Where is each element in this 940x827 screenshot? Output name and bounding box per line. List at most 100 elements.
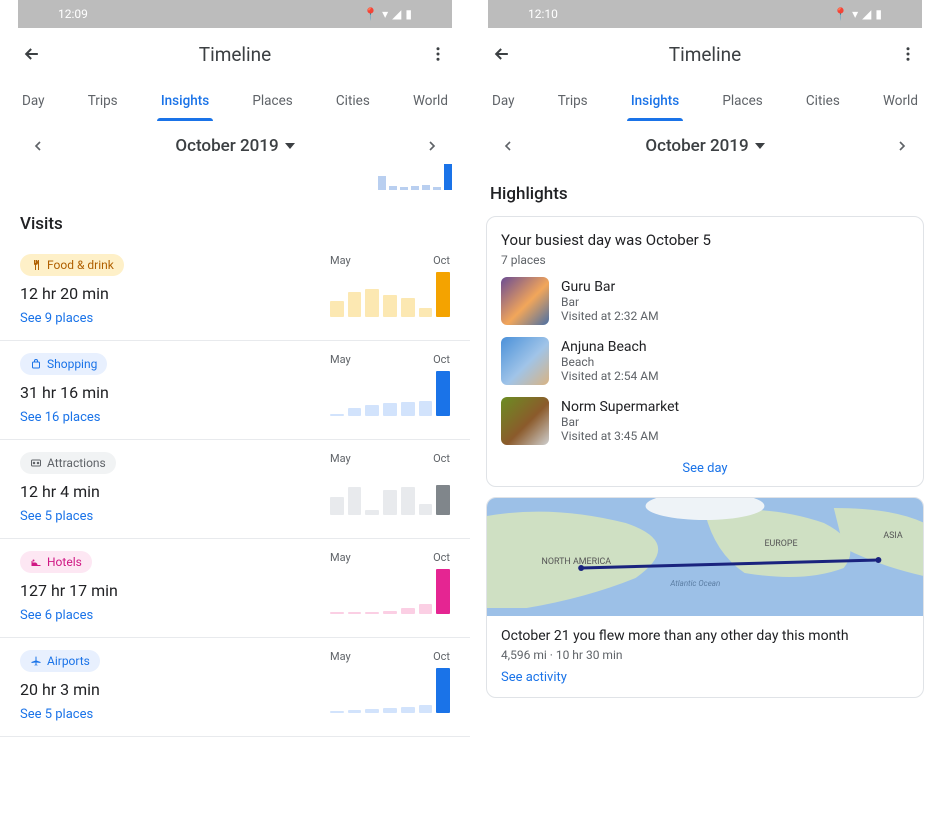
more-vert-icon	[899, 45, 917, 63]
restaurant-icon	[30, 259, 42, 271]
tab-world[interactable]: World	[407, 83, 454, 119]
visit-row[interactable]: Attractions 12 hr 4 min See 5 places May…	[0, 440, 470, 539]
map-image: NORTH AMERICA EUROPE ASIA Atlantic Ocean	[487, 498, 923, 616]
see-activity-link[interactable]: See activity	[501, 670, 909, 685]
page-title: Timeline	[46, 43, 424, 66]
see-places-link[interactable]: See 5 places	[20, 509, 330, 524]
chip-label: Airports	[47, 654, 90, 668]
month-next[interactable]	[894, 138, 910, 154]
month-selector[interactable]: October 2019	[645, 136, 764, 156]
app-bar: Timeline	[470, 28, 940, 80]
visit-chart: May Oct	[330, 551, 450, 623]
month-nav: October 2019	[0, 122, 470, 164]
visit-duration: 31 hr 16 min	[20, 383, 330, 402]
location-icon: 📍	[363, 7, 378, 21]
visit-row[interactable]: Food & drink 12 hr 20 min See 9 places M…	[0, 242, 470, 341]
chart-from-label: May	[330, 551, 351, 564]
chart-to-label: Oct	[433, 452, 450, 465]
place-row[interactable]: Norm Supermarket Bar Visited at 3:45 AM	[501, 397, 909, 445]
category-chip: Airports	[20, 650, 100, 672]
place-name: Anjuna Beach	[561, 339, 659, 355]
tab-cities[interactable]: Cities	[800, 83, 846, 119]
chart-to-label: Oct	[433, 551, 450, 564]
back-button[interactable]	[488, 40, 516, 68]
see-day-link[interactable]: See day	[501, 457, 909, 476]
visit-row[interactable]: Shopping 31 hr 16 min See 16 places MayO…	[0, 341, 470, 440]
month-prev[interactable]	[30, 138, 46, 154]
hotel-icon	[30, 556, 42, 568]
chart-to-label: Oct	[433, 353, 450, 366]
flight-detail: 4,596 mi · 10 hr 30 min	[501, 648, 909, 662]
month-label: October 2019	[175, 136, 278, 156]
month-next[interactable]	[424, 138, 440, 154]
map-label-eu: EUROPE	[764, 539, 797, 549]
tab-places[interactable]: Places	[246, 83, 298, 119]
flight-card[interactable]: NORTH AMERICA EUROPE ASIA Atlantic Ocean…	[486, 497, 924, 698]
app-bar: Timeline	[0, 28, 470, 80]
visit-chart: May Oct	[330, 353, 450, 425]
busiest-count: 7 places	[501, 253, 909, 267]
chart-to-label: Oct	[433, 650, 450, 663]
see-places-link[interactable]: See 6 places	[20, 608, 330, 623]
busiest-day-card[interactable]: Your busiest day was October 5 7 places …	[486, 216, 924, 487]
place-type: Beach	[561, 355, 659, 369]
highlights-heading: Highlights	[470, 164, 940, 212]
chart-from-label: May	[330, 452, 351, 465]
see-places-link[interactable]: See 9 places	[20, 311, 330, 326]
status-bar: 12:09 📍 ▾ ◢ ▮	[18, 0, 452, 28]
tab-world[interactable]: World	[877, 83, 924, 119]
caret-down-icon	[285, 141, 295, 151]
visit-duration: 12 hr 4 min	[20, 482, 330, 501]
page-title: Timeline	[516, 43, 894, 66]
chart-to-label: Oct	[433, 254, 450, 267]
chart-from-label: May	[330, 650, 351, 663]
month-prev[interactable]	[500, 138, 516, 154]
overflow-menu[interactable]	[424, 40, 452, 68]
place-type: Bar	[561, 415, 679, 429]
tab-insights[interactable]: Insights	[155, 83, 215, 119]
visit-row[interactable]: Hotels 127 hr 17 min See 6 places May Oct	[0, 539, 470, 638]
signal-icon: ◢	[862, 7, 871, 21]
chart-from-label: May	[330, 254, 351, 267]
place-row[interactable]: Guru Bar Bar Visited at 2:32 AM	[501, 277, 909, 325]
category-chip: Food & drink	[20, 254, 124, 276]
visits-list: Food & drink 12 hr 20 min See 9 places M…	[0, 242, 470, 737]
tab-places[interactable]: Places	[716, 83, 768, 119]
chart-from-label: May	[330, 353, 351, 366]
tab-cities[interactable]: Cities	[330, 83, 376, 119]
place-thumbnail	[501, 277, 549, 325]
month-label: October 2019	[645, 136, 748, 156]
battery-icon: ▮	[405, 7, 412, 21]
signal-icon: ◢	[392, 7, 401, 21]
visit-duration: 127 hr 17 min	[20, 581, 330, 600]
battery-icon: ▮	[875, 7, 882, 21]
see-places-link[interactable]: See 5 places	[20, 707, 330, 722]
tab-trips[interactable]: Trips	[552, 83, 594, 119]
chevron-left-icon	[500, 138, 516, 154]
arrow-left-icon	[492, 44, 512, 64]
month-selector[interactable]: October 2019	[175, 136, 294, 156]
place-type: Bar	[561, 295, 659, 309]
category-chip: Hotels	[20, 551, 92, 573]
status-bar: 12:10 📍 ▾ ◢ ▮	[488, 0, 922, 28]
tab-trips[interactable]: Trips	[82, 83, 124, 119]
tabs: Day Trips Insights Places Cities World	[0, 80, 470, 122]
tab-insights[interactable]: Insights	[625, 83, 685, 119]
tab-day[interactable]: Day	[486, 83, 521, 119]
attractions-icon	[30, 457, 42, 469]
visit-row[interactable]: Airports 20 hr 3 min See 5 places MayOct	[0, 638, 470, 737]
flight-headline: October 21 you flew more than any other …	[501, 628, 909, 644]
back-button[interactable]	[18, 40, 46, 68]
more-vert-icon	[429, 45, 447, 63]
map-label-na: NORTH AMERICA	[542, 557, 612, 567]
chip-label: Attractions	[47, 456, 106, 470]
place-row[interactable]: Anjuna Beach Beach Visited at 2:54 AM	[501, 337, 909, 385]
place-visited-time: Visited at 3:45 AM	[561, 429, 679, 443]
see-places-link[interactable]: See 16 places	[20, 410, 330, 425]
chevron-right-icon	[894, 138, 910, 154]
tab-day[interactable]: Day	[16, 83, 51, 119]
overflow-menu[interactable]	[894, 40, 922, 68]
wifi-icon: ▾	[382, 7, 388, 21]
map-label-asia: ASIA	[883, 531, 903, 541]
location-icon: 📍	[833, 7, 848, 21]
